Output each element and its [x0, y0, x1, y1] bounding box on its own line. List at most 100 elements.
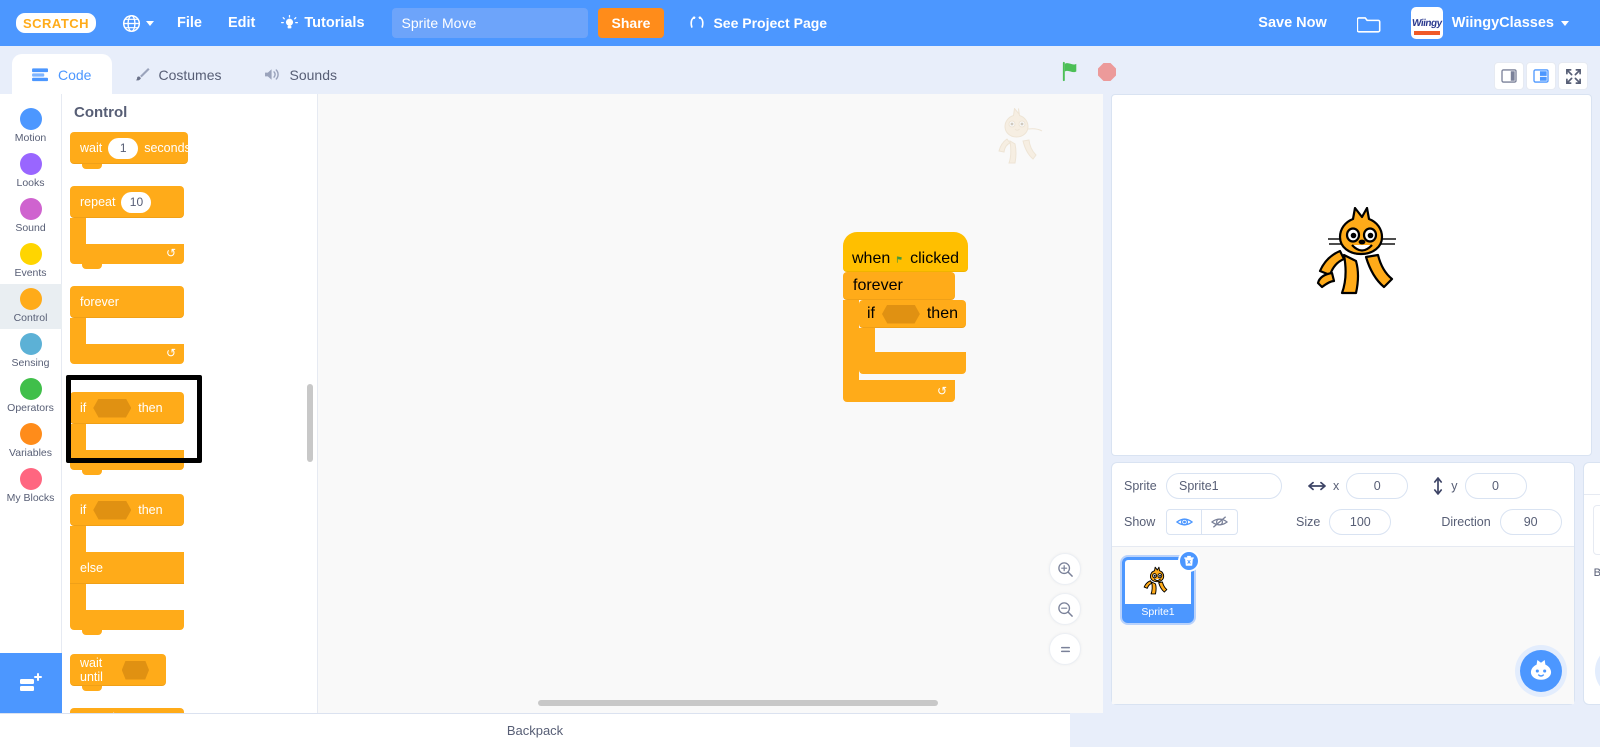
stage-size-controls [1494, 62, 1588, 90]
project-title-input[interactable] [391, 8, 588, 38]
account-menu[interactable]: Wiingy WiingyClasses [1398, 0, 1586, 46]
size-input[interactable]: 100 [1329, 509, 1392, 535]
horizontal-arrow-icon [1308, 481, 1326, 491]
sprite-item-sprite1[interactable]: Sprite1 [1122, 550, 1200, 623]
category-my-blocks[interactable]: My Blocks [0, 464, 62, 509]
tab-costumes-label: Costumes [158, 66, 222, 83]
category-label: My Blocks [6, 492, 55, 504]
direction-label: Direction [1441, 515, 1491, 529]
green-flag-icon [897, 255, 902, 263]
script-block-if-then[interactable]: if then [859, 300, 966, 380]
menu-file-label: File [177, 15, 202, 31]
boolean-input-slot[interactable] [121, 660, 149, 680]
stage-and-sprite-panel: Sprite Sprite1 x 0 y 0 Show Size 100 Dir… [1103, 94, 1600, 713]
boolean-input-slot[interactable] [93, 398, 132, 418]
green-flag-button[interactable] [1060, 60, 1083, 88]
block-body: if then [70, 392, 184, 424]
eye-slash-icon [1211, 516, 1228, 528]
script-block-forever[interactable]: forever if then ↺ [843, 272, 968, 402]
show-off-button[interactable] [1202, 509, 1238, 535]
zoom-out-button[interactable] [1049, 593, 1081, 625]
zoom-in-icon [1057, 561, 1073, 577]
wiingy-logo-bar [1413, 31, 1440, 35]
sprite-pane: Sprite Sprite1 x 0 y 0 Show Size 100 Dir… [1111, 462, 1575, 705]
forever-c-mouth: if then [843, 300, 968, 380]
palette-block-repeat[interactable]: repeat 10 ↺ [70, 186, 184, 269]
scratch-cat-sprite[interactable] [1310, 207, 1418, 303]
language-selector[interactable] [112, 14, 164, 33]
see-project-page-button[interactable]: See Project Page [676, 8, 841, 38]
block-number-input[interactable]: 1 [108, 137, 139, 159]
add-sprite-button[interactable] [1519, 650, 1562, 692]
code-canvas[interactable]: when clicked forever if then ↺ [318, 94, 1103, 713]
block-c-mouth [70, 318, 184, 344]
speaker-icon [264, 69, 279, 80]
my-stuff-button[interactable] [1344, 0, 1394, 46]
palette-scrollbar[interactable] [307, 384, 313, 462]
block-label: if [80, 503, 87, 517]
backdrops-label: Backdrops [1593, 567, 1600, 579]
category-events[interactable]: Events [0, 239, 62, 284]
x-input[interactable]: 0 [1346, 473, 1409, 499]
tab-code[interactable]: Code [12, 54, 113, 94]
x-label: x [1333, 479, 1340, 493]
category-sensing[interactable]: Sensing [0, 329, 62, 374]
zoom-in-button[interactable] [1049, 553, 1081, 585]
tab-costumes[interactable]: Costumes [114, 54, 243, 94]
palette-block-if-then[interactable]: if then [70, 392, 184, 475]
backdrop-thumbnail[interactable] [1592, 505, 1600, 555]
small-stage-button[interactable] [1494, 62, 1524, 90]
folder-icon [1356, 16, 1381, 33]
palette-scroll-area[interactable]: wait 1 seconds repeat 10 ↺ forever ↺ if … [62, 124, 317, 713]
block-number-input[interactable]: 10 [121, 191, 152, 213]
category-motion[interactable]: Motion [0, 104, 62, 149]
script-when-flag-clicked[interactable]: when clicked forever if then ↺ [843, 232, 968, 402]
menu-tutorials[interactable]: Tutorials [268, 0, 377, 46]
block-palette[interactable]: Control wait 1 seconds repeat 10 ↺ forev… [62, 94, 318, 713]
palette-block-if-else[interactable]: if then else [70, 494, 184, 635]
backpack-bar[interactable]: Backpack [0, 713, 1070, 747]
lightbulb-icon [281, 14, 299, 28]
palette-block-forever[interactable]: forever ↺ [70, 286, 184, 364]
boolean-input-slot[interactable] [882, 304, 920, 324]
y-input[interactable]: 0 [1464, 473, 1527, 499]
menu-file[interactable]: File [164, 0, 215, 46]
sprite-name-input[interactable]: Sprite1 [1166, 473, 1282, 499]
boolean-input-slot[interactable] [93, 500, 132, 520]
canvas-horizontal-scrollbar[interactable] [538, 700, 938, 706]
menu-edit[interactable]: Edit [215, 0, 268, 46]
show-on-button[interactable] [1166, 509, 1202, 535]
add-extension-button[interactable] [0, 653, 62, 713]
share-button[interactable]: Share [597, 8, 665, 38]
stage-selector-pane[interactable]: Stage Backdrops 1 [1582, 462, 1600, 705]
category-operators[interactable]: Operators [0, 374, 62, 419]
scratch-logo[interactable]: SCRATCH [14, 10, 98, 36]
category-looks[interactable]: Looks [0, 149, 62, 194]
zoom-reset-button[interactable] [1049, 633, 1081, 665]
tab-sounds[interactable]: Sounds [244, 54, 358, 94]
direction-input[interactable]: 90 [1499, 509, 1562, 535]
eye-icon [1175, 518, 1193, 526]
stage-controls [1060, 60, 1117, 88]
hat-top [843, 232, 968, 246]
chevron-down-icon [1561, 20, 1569, 26]
palette-block-wait-until[interactable]: wait until [70, 654, 166, 691]
category-color-dot [19, 198, 42, 220]
stop-button[interactable] [1097, 62, 1117, 87]
save-now-button[interactable]: Save Now [1245, 0, 1340, 46]
see-project-page-label: See Project Page [713, 15, 828, 31]
paintbrush-icon [136, 67, 151, 81]
palette-block-wait[interactable]: wait 1 seconds [70, 132, 191, 169]
block-c-mouth [70, 526, 184, 552]
stage[interactable] [1111, 94, 1592, 456]
delete-sprite-button[interactable] [1178, 550, 1200, 572]
stage-pane-title: Stage [1583, 463, 1600, 495]
size-label: Size [1296, 515, 1321, 529]
block-label: wait until [80, 656, 103, 684]
large-stage-button[interactable] [1526, 62, 1556, 90]
category-sound[interactable]: Sound [0, 194, 62, 239]
category-label: Events [14, 267, 47, 279]
fullscreen-button[interactable] [1558, 62, 1588, 90]
category-variables[interactable]: Variables [0, 419, 62, 464]
category-control[interactable]: Control [0, 284, 62, 329]
